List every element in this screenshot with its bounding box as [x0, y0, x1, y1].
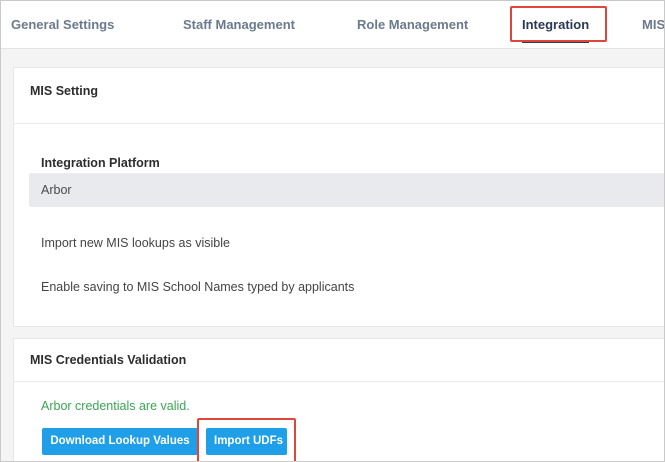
integration-platform-value: Arbor	[41, 183, 72, 197]
mis-setting-title: MIS Setting	[30, 84, 99, 98]
mis-setting-header	[14, 68, 664, 124]
credentials-status: Arbor credentials are valid.	[41, 399, 190, 413]
enable-saving-school-names-option: Enable saving to MIS School Names typed …	[41, 280, 355, 294]
tab-integration[interactable]: Integration	[522, 1, 590, 48]
tab-bar: General Settings Staff Management Role M…	[1, 1, 664, 49]
tab-role-management[interactable]: Role Management	[357, 1, 468, 48]
settings-window: General Settings Staff Management Role M…	[0, 0, 665, 462]
tab-mis[interactable]: MIS	[642, 1, 664, 48]
tab-staff-management[interactable]: Staff Management	[183, 1, 295, 48]
integration-platform-label: Integration Platform	[41, 156, 160, 170]
import-udfs-button[interactable]: Import UDFs	[206, 428, 287, 455]
integration-platform-select[interactable]: Arbor	[29, 173, 664, 207]
mis-credentials-title: MIS Credentials Validation	[30, 353, 187, 367]
tab-general-settings[interactable]: General Settings	[11, 1, 114, 48]
download-lookup-values-button[interactable]: Download Lookup Values	[42, 428, 198, 455]
import-lookups-visible-option: Import new MIS lookups as visible	[41, 236, 230, 250]
